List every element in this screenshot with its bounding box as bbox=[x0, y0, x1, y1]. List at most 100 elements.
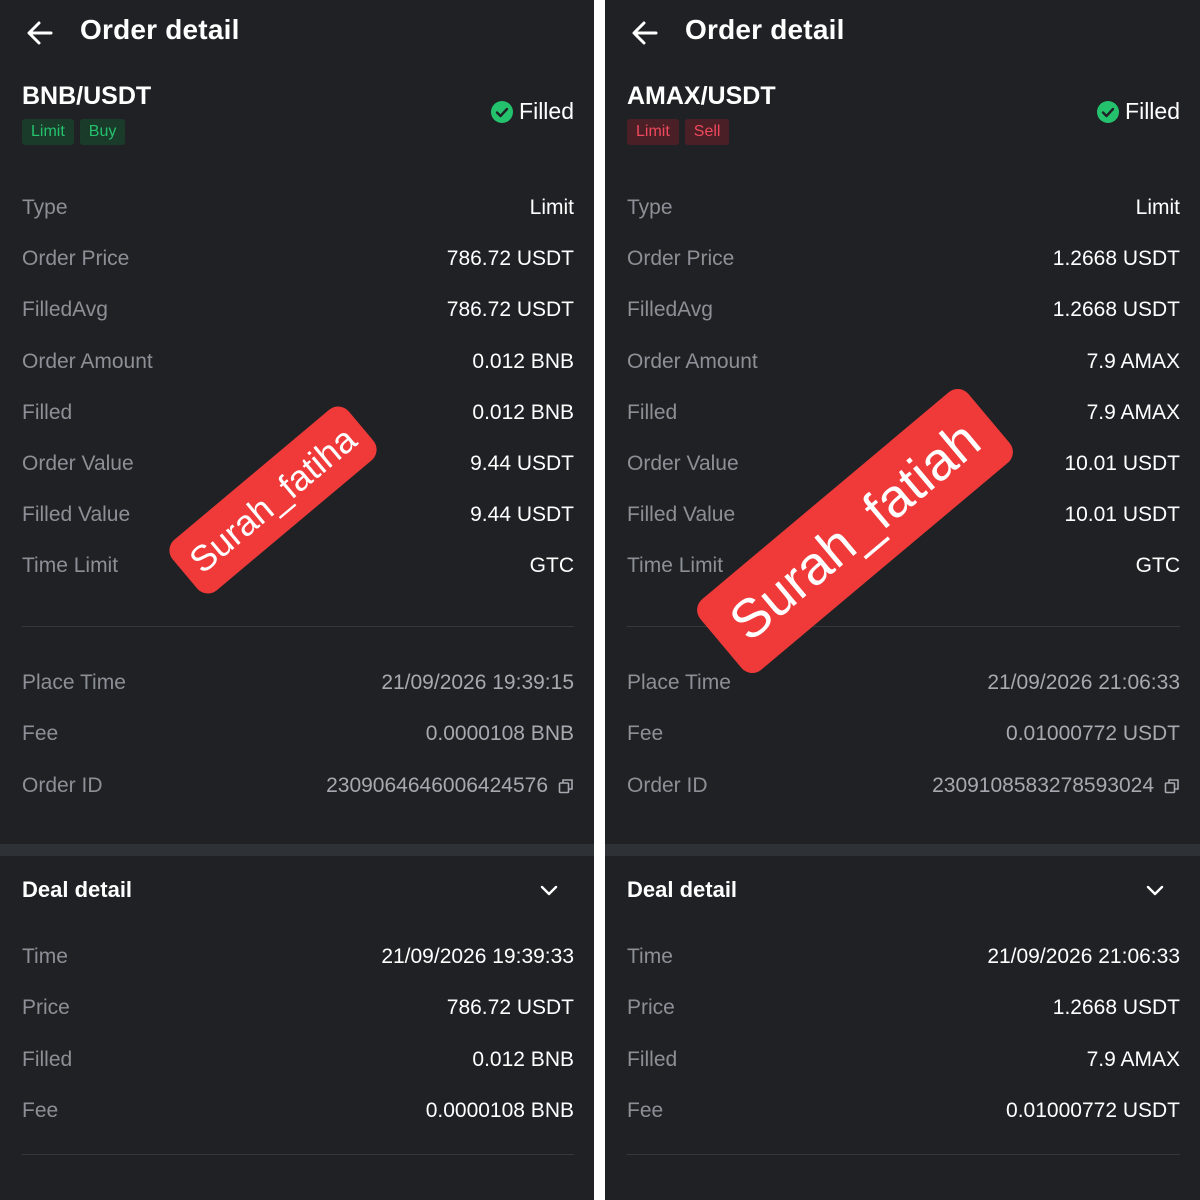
deal-detail-title: Deal detail bbox=[627, 877, 738, 902]
detail-value: 7.9 AMAX bbox=[1086, 401, 1180, 424]
deal-value: 0.0000108 BNB bbox=[425, 1099, 574, 1122]
deal-label: Filled bbox=[627, 1048, 678, 1071]
detail-row: Order Price 1.2668 USDT bbox=[627, 244, 1180, 274]
detail-value: 10.01 USDT bbox=[1064, 503, 1180, 526]
detail-value: 1.2668 USDT bbox=[1052, 298, 1180, 321]
detail-value: 786.72 USDT bbox=[446, 298, 574, 321]
meta-value: 0.0000108 BNB bbox=[425, 722, 574, 745]
detail-value: 0.012 BNB bbox=[472, 350, 574, 373]
meta-label: Order ID bbox=[627, 774, 708, 797]
app-header: Order detail bbox=[0, 0, 594, 64]
meta-row: Fee 0.0000108 BNB bbox=[22, 719, 574, 749]
deal-label: Fee bbox=[627, 1099, 664, 1122]
deal-row: Time 21/09/2026 21:06:33 bbox=[627, 942, 1180, 972]
detail-row: Type Limit bbox=[22, 193, 574, 223]
meta-label: Place Time bbox=[22, 671, 126, 694]
meta-label: Fee bbox=[627, 722, 664, 745]
detail-value: Limit bbox=[529, 196, 574, 219]
detail-value: 0.012 BNB bbox=[472, 401, 574, 424]
chevron-down-icon bbox=[1146, 885, 1164, 896]
copy-icon[interactable] bbox=[1164, 778, 1180, 794]
detail-value: 9.44 USDT bbox=[470, 503, 574, 526]
divider bbox=[627, 1154, 1180, 1155]
detail-label: Filled Value bbox=[627, 503, 736, 526]
chevron-down-icon bbox=[540, 885, 558, 896]
meta-label: Order ID bbox=[22, 774, 103, 797]
meta-value: 21/09/2026 19:39:15 bbox=[381, 671, 574, 694]
status-label: Filled bbox=[1125, 98, 1180, 124]
detail-label: Order Value bbox=[627, 452, 739, 475]
detail-label: Order Amount bbox=[22, 350, 153, 373]
order-side-tag: Sell bbox=[684, 119, 730, 145]
deal-row: Fee 0.0000108 BNB bbox=[22, 1096, 574, 1126]
meta-row: Place Time 21/09/2026 19:39:15 bbox=[22, 668, 574, 698]
detail-row: Filled 7.9 AMAX bbox=[627, 398, 1180, 428]
deal-label: Fee bbox=[22, 1099, 59, 1122]
order-id-text: 2309064646006424576 bbox=[326, 774, 548, 797]
order-status: Filled bbox=[1097, 98, 1180, 125]
page-title: Order detail bbox=[685, 14, 845, 45]
status-label: Filled bbox=[519, 98, 574, 124]
divider bbox=[22, 626, 574, 627]
deal-label: Filled bbox=[22, 1048, 73, 1071]
detail-label: Filled bbox=[22, 401, 73, 424]
detail-label: FilledAvg bbox=[627, 298, 713, 321]
back-arrow-icon[interactable] bbox=[24, 17, 56, 49]
deal-value: 0.01000772 USDT bbox=[1006, 1099, 1180, 1122]
detail-row: Time Limit GTC bbox=[22, 551, 574, 581]
detail-value: 7.9 AMAX bbox=[1086, 350, 1180, 373]
deal-value: 786.72 USDT bbox=[446, 996, 574, 1019]
detail-label: Type bbox=[627, 196, 673, 219]
deal-detail-toggle[interactable]: Deal detail bbox=[627, 872, 1180, 908]
detail-label: Type bbox=[22, 196, 68, 219]
deal-detail-toggle[interactable]: Deal detail bbox=[22, 872, 574, 908]
detail-row: Type Limit bbox=[627, 193, 1180, 223]
detail-row: Filled 0.012 BNB bbox=[22, 398, 574, 428]
detail-row: Order Amount 0.012 BNB bbox=[22, 347, 574, 377]
order-id-row: Order ID 2309108583278593024 bbox=[627, 771, 1180, 801]
deal-value: 1.2668 USDT bbox=[1052, 996, 1180, 1019]
deal-row: Time 21/09/2026 19:39:33 bbox=[22, 942, 574, 972]
deal-label: Time bbox=[22, 945, 68, 968]
detail-label: Order Price bbox=[627, 247, 735, 270]
deal-detail-title: Deal detail bbox=[22, 877, 133, 902]
detail-row: Order Amount 7.9 AMAX bbox=[627, 347, 1180, 377]
detail-label: Order Amount bbox=[627, 350, 758, 373]
divider bbox=[22, 1154, 574, 1155]
detail-value: GTC bbox=[1135, 554, 1180, 577]
deal-value: 7.9 AMAX bbox=[1086, 1048, 1180, 1071]
detail-value: 10.01 USDT bbox=[1064, 452, 1180, 475]
deal-row: Filled 7.9 AMAX bbox=[627, 1045, 1180, 1075]
back-arrow-icon[interactable] bbox=[629, 17, 661, 49]
deal-row: Price 1.2668 USDT bbox=[627, 993, 1180, 1023]
detail-label: Filled Value bbox=[22, 503, 131, 526]
deal-label: Time bbox=[627, 945, 673, 968]
meta-row: Fee 0.01000772 USDT bbox=[627, 719, 1180, 749]
order-type-tag: Limit bbox=[22, 119, 74, 145]
detail-label: FilledAvg bbox=[22, 298, 108, 321]
detail-value: 786.72 USDT bbox=[446, 247, 574, 270]
copy-icon[interactable] bbox=[558, 778, 574, 794]
order-tags: Limit Sell bbox=[627, 119, 730, 145]
detail-value: GTC bbox=[529, 554, 574, 577]
detail-row: Order Price 786.72 USDT bbox=[22, 244, 574, 274]
detail-label: Order Price bbox=[22, 247, 130, 270]
order-type-tag: Limit bbox=[627, 119, 679, 145]
deal-label: Price bbox=[627, 996, 675, 1019]
detail-row: FilledAvg 1.2668 USDT bbox=[627, 295, 1180, 325]
order-tags: Limit Buy bbox=[22, 119, 126, 145]
check-circle-icon bbox=[491, 100, 514, 123]
detail-label: Filled bbox=[627, 401, 678, 424]
detail-label: Order Value bbox=[22, 452, 134, 475]
order-detail-screen-left: Order detail BNB/USDT Limit Buy Filled T… bbox=[0, 0, 594, 1200]
section-separator bbox=[605, 844, 1200, 856]
meta-label: Place Time bbox=[627, 671, 731, 694]
deal-value: 0.012 BNB bbox=[472, 1048, 574, 1071]
order-id-row: Order ID 2309064646006424576 bbox=[22, 771, 574, 801]
meta-value: 0.01000772 USDT bbox=[1006, 722, 1180, 745]
detail-value: Limit bbox=[1135, 196, 1180, 219]
deal-row: Fee 0.01000772 USDT bbox=[627, 1096, 1180, 1126]
meta-value: 21/09/2026 21:06:33 bbox=[987, 671, 1180, 694]
detail-row: Time Limit GTC bbox=[627, 551, 1180, 581]
detail-row: FilledAvg 786.72 USDT bbox=[22, 295, 574, 325]
